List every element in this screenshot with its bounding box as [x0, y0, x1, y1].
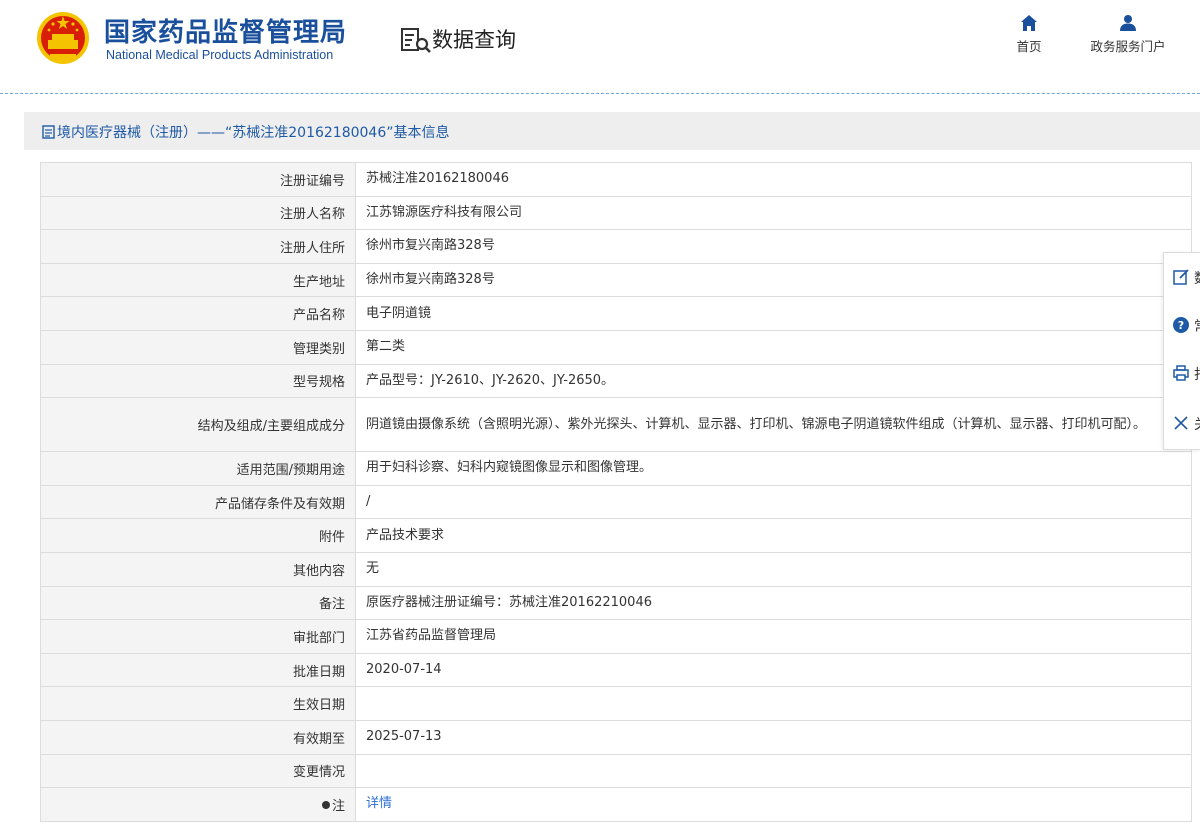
section-title: 数据查询	[432, 28, 516, 52]
field-label: 审批部门	[40, 619, 356, 654]
field-value: 江苏省药品监督管理局	[355, 619, 1192, 654]
record-title: 境内医疗器械（注册）——“苏械注准20162180046”基本信息	[42, 122, 449, 142]
field-label: 备注	[40, 585, 356, 621]
field-label-note: 注	[40, 787, 356, 822]
table-row: 管理类别 第二类	[40, 329, 1192, 365]
field-value: 电子阴道镜	[355, 296, 1192, 331]
print-icon	[1173, 365, 1189, 381]
field-label: 注册人名称	[40, 195, 356, 231]
table-row: 产品储存条件及有效期 /	[40, 484, 1192, 520]
field-label: 产品名称	[40, 296, 356, 331]
user-icon	[1120, 15, 1136, 31]
table-row: 变更情况	[40, 753, 1192, 789]
table-row: 备注 原医疗器械注册证编号：苏械注准20162210046	[40, 585, 1192, 621]
field-label: 注册证编号	[40, 162, 356, 197]
table-row: 产品名称 电子阴道镜	[40, 296, 1192, 331]
field-value	[355, 686, 1192, 721]
field-value: 2025-07-13	[355, 719, 1192, 755]
side-tool-faq[interactable]: ? 常	[1164, 305, 1200, 345]
nav-home-label: 首页	[1016, 39, 1042, 54]
details-link[interactable]: 详情	[366, 796, 392, 811]
header-divider	[0, 93, 1200, 94]
side-tool-data[interactable]: 数	[1164, 257, 1200, 297]
table-row: 批准日期 2020-07-14	[40, 652, 1192, 688]
field-value: 用于妇科诊察、妇科内窥镜图像显示和图像管理。	[355, 451, 1192, 486]
field-value: 产品技术要求	[355, 518, 1192, 553]
record-title-bar: 境内医疗器械（注册）——“苏械注准20162180046”基本信息	[24, 112, 1200, 150]
field-value: 江苏锦源医疗科技有限公司	[355, 195, 1192, 231]
field-value	[355, 753, 1192, 789]
side-tool-data-label: 数	[1194, 268, 1200, 288]
record-title-text: 境内医疗器械（注册）——“苏械注准20162180046”基本信息	[57, 125, 450, 141]
table-row: 有效期至 2025-07-13	[40, 719, 1192, 755]
nav-home[interactable]: 首页	[1011, 14, 1047, 55]
field-value: 徐州市复兴南路328号	[355, 229, 1192, 264]
svg-text:?: ?	[1178, 319, 1184, 332]
field-value: 原医疗器械注册证编号：苏械注准20162210046	[355, 585, 1192, 621]
field-label: 结构及组成/主要组成成分	[40, 397, 356, 453]
document-icon	[42, 125, 55, 139]
field-label: 其他内容	[40, 551, 356, 587]
field-value: 第二类	[355, 329, 1192, 365]
side-tool-faq-label: 常	[1194, 316, 1200, 336]
brand-name-en[interactable]: National Medical Products Administration	[106, 48, 333, 62]
nav-gov-portal[interactable]: 政务服务门户	[1080, 14, 1176, 55]
field-value: 阴道镜由摄像系统（含照明光源）、紫外光探头、计算机、显示器、打印机、锦源电子阴道…	[355, 397, 1192, 453]
nav-gov-portal-label: 政务服务门户	[1090, 39, 1166, 54]
field-value: /	[355, 484, 1192, 520]
close-icon	[1174, 416, 1188, 430]
table-row: 注册人住所 徐州市复兴南路328号	[40, 229, 1192, 264]
field-value: 产品型号：JY-2610、JY-2620、JY-2650。	[355, 363, 1192, 399]
table-row: 生效日期	[40, 686, 1192, 721]
table-row: 适用范围/预期用途 用于妇科诊察、妇科内窥镜图像显示和图像管理。	[40, 451, 1192, 486]
site-header: 国家药品监督管理局 National Medical Products Admi…	[0, 0, 1200, 94]
field-label: 批准日期	[40, 652, 356, 688]
data-query-icon	[401, 28, 431, 53]
table-row: 附件 产品技术要求	[40, 518, 1192, 553]
note-marker-icon	[321, 800, 330, 809]
record-detail-table: 注册证编号 苏械注准20162180046 注册人名称 江苏锦源医疗科技有限公司…	[40, 162, 1192, 822]
table-row: 审批部门 江苏省药品监督管理局	[40, 619, 1192, 654]
side-tool-close-label: 关	[1194, 414, 1200, 434]
field-label: 适用范围/预期用途	[40, 451, 356, 486]
table-row: 型号规格 产品型号：JY-2610、JY-2620、JY-2650。	[40, 363, 1192, 399]
field-label: 有效期至	[40, 719, 356, 755]
field-label: 变更情况	[40, 753, 356, 789]
help-icon: ?	[1173, 317, 1189, 333]
table-row: 注册证编号 苏械注准20162180046	[40, 162, 1192, 197]
edit-icon	[1173, 269, 1189, 285]
table-row: 注 详情	[40, 787, 1192, 822]
table-row: 生产地址 徐州市复兴南路328号	[40, 262, 1192, 298]
field-label: 生产地址	[40, 262, 356, 298]
field-label: 附件	[40, 518, 356, 553]
side-tool-print[interactable]: 打	[1164, 353, 1200, 393]
field-label: 产品储存条件及有效期	[40, 484, 356, 520]
field-value: 2020-07-14	[355, 652, 1192, 688]
field-value: 苏械注准20162180046	[355, 162, 1192, 197]
field-label: 管理类别	[40, 329, 356, 365]
national-emblem-icon[interactable]	[36, 10, 90, 66]
table-row: 其他内容 无	[40, 551, 1192, 587]
field-label: 注册人住所	[40, 229, 356, 264]
table-row: 注册人名称 江苏锦源医疗科技有限公司	[40, 195, 1192, 231]
field-value: 详情	[355, 787, 1192, 822]
side-tool-close[interactable]: 关	[1164, 403, 1200, 443]
home-icon	[1021, 15, 1037, 31]
brand-name-cn[interactable]: 国家药品监督管理局	[104, 12, 347, 49]
field-value: 徐州市复兴南路328号	[355, 262, 1192, 298]
field-label: 生效日期	[40, 686, 356, 721]
note-label: 注	[331, 798, 345, 814]
field-value: 无	[355, 551, 1192, 587]
field-label: 型号规格	[40, 363, 356, 399]
table-row: 结构及组成/主要组成成分 阴道镜由摄像系统（含照明光源）、紫外光探头、计算机、显…	[40, 397, 1192, 453]
side-toolbar: 数 ? 常 打 关	[1163, 252, 1200, 450]
side-tool-print-label: 打	[1194, 364, 1200, 384]
